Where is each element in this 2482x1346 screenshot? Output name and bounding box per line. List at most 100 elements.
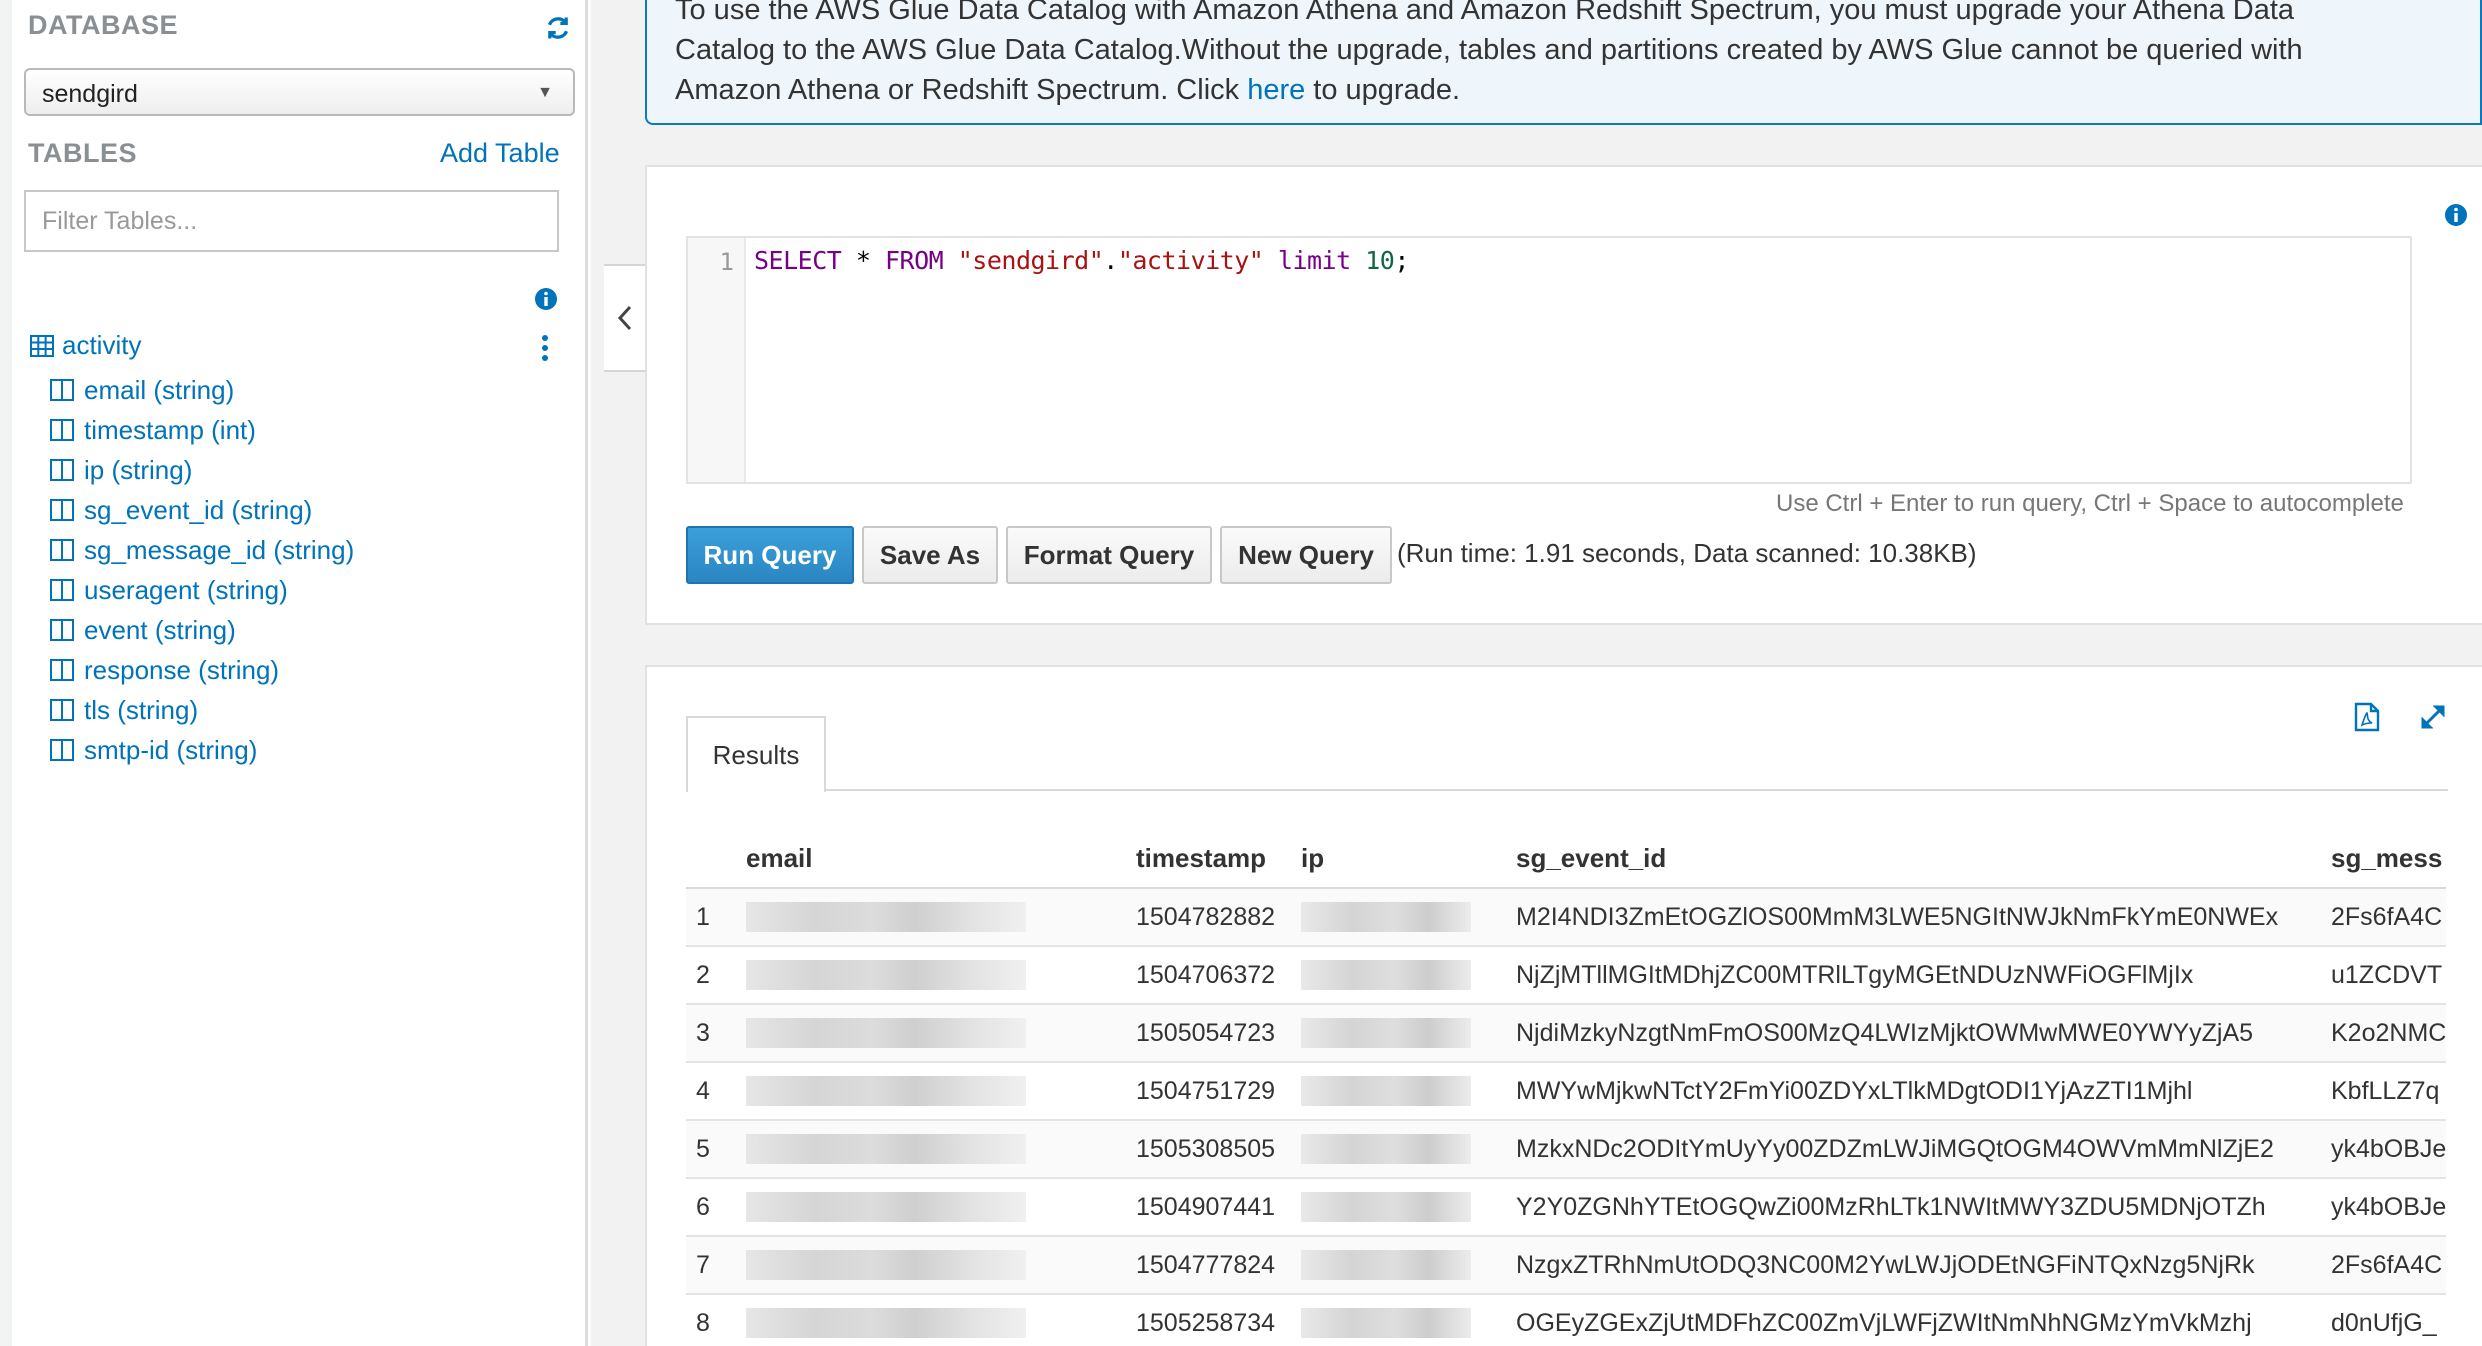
sql-editor[interactable]: 1 SELECT * FROM "sendgird"."activity" li… xyxy=(686,236,2412,484)
column-header[interactable]: ip xyxy=(1301,830,1516,889)
sg-message-id-cell: KbfLLZ7q xyxy=(2331,1062,2446,1121)
table-row[interactable]: 6 1504907441 Y2Y0ZGNhYTEtOGQwZi00MzRhLTk1N… xyxy=(686,1178,2446,1237)
column-header[interactable]: sg_mess xyxy=(2331,830,2446,889)
email-cell-redacted xyxy=(746,1294,1136,1346)
banner-line-2: Catalog to the AWS Glue Data Catalog.Wit… xyxy=(675,34,2303,66)
upgrade-banner: To use the AWS Glue Data Catalog with Am… xyxy=(645,0,2482,125)
table-icon xyxy=(30,334,54,357)
column-item-label: ip (string) xyxy=(84,454,193,485)
row-number: 1 xyxy=(686,888,746,947)
email-cell-redacted xyxy=(746,1178,1136,1237)
ip-cell-redacted xyxy=(1301,888,1516,947)
upgrade-link[interactable]: here xyxy=(1247,74,1305,106)
table-row[interactable]: 5 1505308505 MzkxNDc2ODItYmUyYy00ZDZmLWJiM… xyxy=(686,1120,2446,1179)
redacted-block xyxy=(746,1308,1026,1338)
expand-icon[interactable] xyxy=(2418,702,2448,732)
database-heading: DATABASE xyxy=(28,10,178,40)
column-item[interactable]: sg_message_id (string) xyxy=(50,530,354,570)
column-item[interactable]: timestamp (int) xyxy=(50,410,354,450)
table-row[interactable]: 4 1504751729 MWYwMjkwNTctY2FmYi00ZDYxLTlkM… xyxy=(686,1062,2446,1121)
redacted-block xyxy=(746,1134,1026,1164)
redacted-block xyxy=(1301,1018,1471,1048)
row-number: 3 xyxy=(686,1004,746,1063)
database-select-value: sendgird xyxy=(42,80,138,108)
timestamp-cell: 1505308505 xyxy=(1136,1120,1301,1179)
sg-event-id-cell: OGEyZGExZjUtMDFhZC00ZmVjLWFjZWItNmNhNGMz… xyxy=(1516,1294,2331,1346)
sql-code-line[interactable]: SELECT * FROM "sendgird"."activity" limi… xyxy=(754,246,1409,275)
sql-token: . xyxy=(1103,246,1118,275)
table-row[interactable]: 7 1504777824 NzgxZTRhNmUtODQ3NC00M2YwLWJjO… xyxy=(686,1236,2446,1295)
column-item[interactable]: ip (string) xyxy=(50,450,354,490)
table-row[interactable]: 8 1505258734 OGEyZGExZjUtMDFhZC00ZmVjLWFjZ… xyxy=(686,1294,2446,1346)
sg-message-id-cell: yk4bOBJe xyxy=(2331,1120,2446,1179)
column-icon xyxy=(50,659,74,681)
sg-event-id-cell: NjZjMTllMGItMDhjZC00MTRlLTgyMGEtNDUzNWFi… xyxy=(1516,946,2331,1005)
sql-token: ; xyxy=(1394,246,1409,275)
sg-event-id-cell: Y2Y0ZGNhYTEtOGQwZi00MzRhLTk1NWItMWY3ZDU5… xyxy=(1516,1178,2331,1237)
chevron-left-icon xyxy=(617,305,632,331)
email-cell-redacted xyxy=(746,1062,1136,1121)
table-row[interactable]: 2 1504706372 NjZjMTllMGItMDhjZC00MTRlLTgyM… xyxy=(686,946,2446,1005)
redacted-block xyxy=(1301,1308,1471,1338)
ip-cell-redacted xyxy=(1301,1178,1516,1237)
column-item[interactable]: tls (string) xyxy=(50,690,354,730)
row-number: 8 xyxy=(686,1294,746,1346)
redacted-block xyxy=(746,1250,1026,1280)
tree-table-activity[interactable]: activity xyxy=(30,330,141,361)
column-item[interactable]: sg_event_id (string) xyxy=(50,490,354,530)
sql-keyword: FROM xyxy=(884,246,944,275)
refresh-icon[interactable] xyxy=(544,14,572,42)
save-as-button[interactable]: Save As xyxy=(862,526,998,584)
column-item[interactable]: response (string) xyxy=(50,650,354,690)
table-row[interactable]: 1 1504782882 M2I4NDI3ZmEtOGZlOS00MmM3LWE5N… xyxy=(686,888,2446,947)
tab-results[interactable]: Results xyxy=(686,716,826,792)
pdf-icon[interactable] xyxy=(2354,702,2380,732)
collapse-sidebar-button[interactable] xyxy=(604,264,648,372)
row-number: 4 xyxy=(686,1062,746,1121)
sql-keyword: limit xyxy=(1277,246,1351,275)
dropdown-caret-icon: ▼ xyxy=(537,84,553,101)
column-header[interactable]: timestamp xyxy=(1136,830,1301,889)
redacted-block xyxy=(746,1076,1026,1106)
table-row[interactable]: 3 1505054723 NjdiMzkyNzgtNmFmOS00MzQ4LWIzM… xyxy=(686,1004,2446,1063)
email-cell-redacted xyxy=(746,946,1136,1005)
tables-heading: TABLES xyxy=(28,138,137,168)
column-list: email (string) timestamp (int) ip (string)… xyxy=(50,370,354,770)
sql-keyword: SELECT xyxy=(754,246,842,275)
column-header-rownum xyxy=(686,830,746,889)
info-icon[interactable] xyxy=(2444,203,2468,227)
sql-number: 10 xyxy=(1365,246,1395,275)
column-icon xyxy=(50,619,74,641)
new-query-button[interactable]: New Query xyxy=(1220,526,1392,584)
redacted-block xyxy=(746,1192,1026,1222)
add-table-link[interactable]: Add Table xyxy=(440,138,560,169)
run-query-button[interactable]: Run Query xyxy=(686,526,854,584)
redacted-block xyxy=(1301,1076,1471,1106)
database-select[interactable]: sendgird ▼ xyxy=(24,68,575,116)
column-item[interactable]: email (string) xyxy=(50,370,354,410)
email-cell-redacted xyxy=(746,1004,1136,1063)
column-icon xyxy=(50,579,74,601)
email-cell-redacted xyxy=(746,1236,1136,1295)
column-header[interactable]: sg_event_id xyxy=(1516,830,2331,889)
column-item-label: response (string) xyxy=(84,654,280,685)
redacted-block xyxy=(746,1018,1026,1048)
filter-tables-input[interactable] xyxy=(24,190,559,252)
column-icon xyxy=(50,459,74,481)
more-vertical-icon[interactable] xyxy=(540,334,550,362)
column-header[interactable]: email xyxy=(746,830,1136,889)
sg-message-id-cell: yk4bOBJe xyxy=(2331,1178,2446,1237)
sg-message-id-cell: 2Fs6fA4C xyxy=(2331,1236,2446,1295)
column-item-label: tls (string) xyxy=(84,694,199,725)
row-number: 7 xyxy=(686,1236,746,1295)
column-item[interactable]: event (string) xyxy=(50,610,354,650)
column-item[interactable]: useragent (string) xyxy=(50,570,354,610)
column-item[interactable]: smtp-id (string) xyxy=(50,730,354,770)
info-icon[interactable] xyxy=(534,287,558,311)
sql-token: * xyxy=(841,246,885,275)
format-query-button[interactable]: Format Query xyxy=(1006,526,1212,584)
sql-string: "sendgird" xyxy=(957,246,1104,275)
sg-message-id-cell: d0nUfjG_ xyxy=(2331,1294,2446,1346)
timestamp-cell: 1504706372 xyxy=(1136,946,1301,1005)
redacted-block xyxy=(746,902,1026,932)
